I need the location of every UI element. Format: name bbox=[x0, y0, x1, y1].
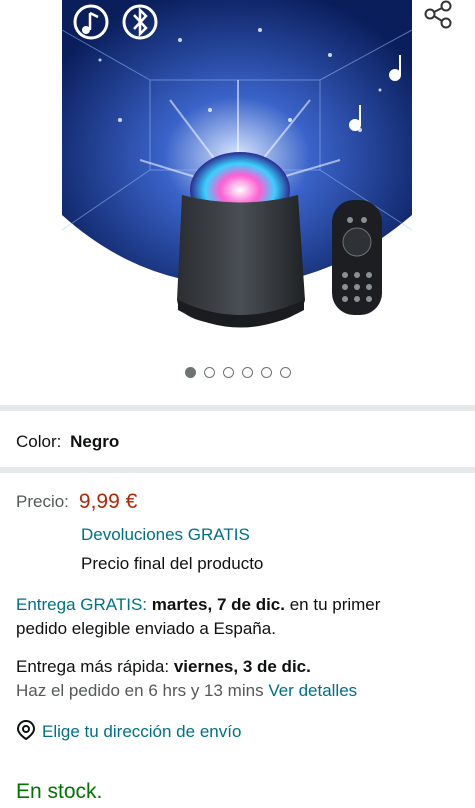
delivery-date: martes, 7 de dic. bbox=[151, 595, 285, 614]
delivery-suffix: en tu primer bbox=[289, 595, 381, 614]
carousel-dot[interactable] bbox=[279, 367, 291, 378]
delivery-info: Entrega GRATIS: martes, 7 de dic. en tu … bbox=[16, 593, 466, 641]
delivery-line2: pedido elegible enviado a España. bbox=[16, 619, 276, 638]
fast-delivery-label: Entrega más rápida: bbox=[16, 657, 170, 676]
choose-address-link[interactable]: Elige tu dirección de envío bbox=[16, 719, 241, 746]
carousel-dot[interactable] bbox=[184, 367, 196, 378]
section-divider bbox=[0, 405, 475, 411]
price-label: Precio: bbox=[16, 492, 69, 511]
carousel-dot[interactable] bbox=[222, 367, 234, 378]
location-pin-icon bbox=[16, 719, 36, 746]
fast-delivery-date: viernes, 3 de dic. bbox=[173, 657, 311, 676]
carousel-dot[interactable] bbox=[241, 367, 253, 378]
choose-address-label: Elige tu dirección de envío bbox=[42, 721, 242, 741]
product-image bbox=[61, 0, 413, 328]
free-returns-link[interactable]: Devoluciones GRATIS bbox=[81, 525, 250, 545]
final-price-note: Precio final del producto bbox=[81, 554, 264, 573]
color-label: Color: bbox=[16, 432, 62, 451]
delivery-details-link[interactable]: Ver detalles bbox=[268, 681, 357, 700]
carousel-indicator[interactable] bbox=[0, 367, 475, 378]
share-icon[interactable] bbox=[422, 0, 454, 30]
color-selector[interactable]: Color: Negro bbox=[16, 432, 119, 452]
carousel-dot[interactable] bbox=[260, 367, 272, 378]
order-countdown: Haz el pedido en 6 hrs y 13 mins bbox=[16, 681, 264, 700]
fast-delivery-info: Entrega más rápida: viernes, 3 de dic. H… bbox=[16, 655, 466, 703]
remote-control bbox=[332, 200, 382, 315]
section-divider bbox=[0, 467, 475, 473]
product-image-carousel[interactable] bbox=[0, 0, 475, 395]
stock-status: En stock. bbox=[16, 780, 103, 803]
price-row: Precio: 9,99 € bbox=[16, 490, 137, 514]
color-value: Negro bbox=[70, 432, 120, 451]
price-value: 9,99 € bbox=[78, 490, 138, 513]
carousel-dot[interactable] bbox=[203, 367, 215, 378]
free-delivery-label: Entrega GRATIS: bbox=[16, 595, 148, 614]
